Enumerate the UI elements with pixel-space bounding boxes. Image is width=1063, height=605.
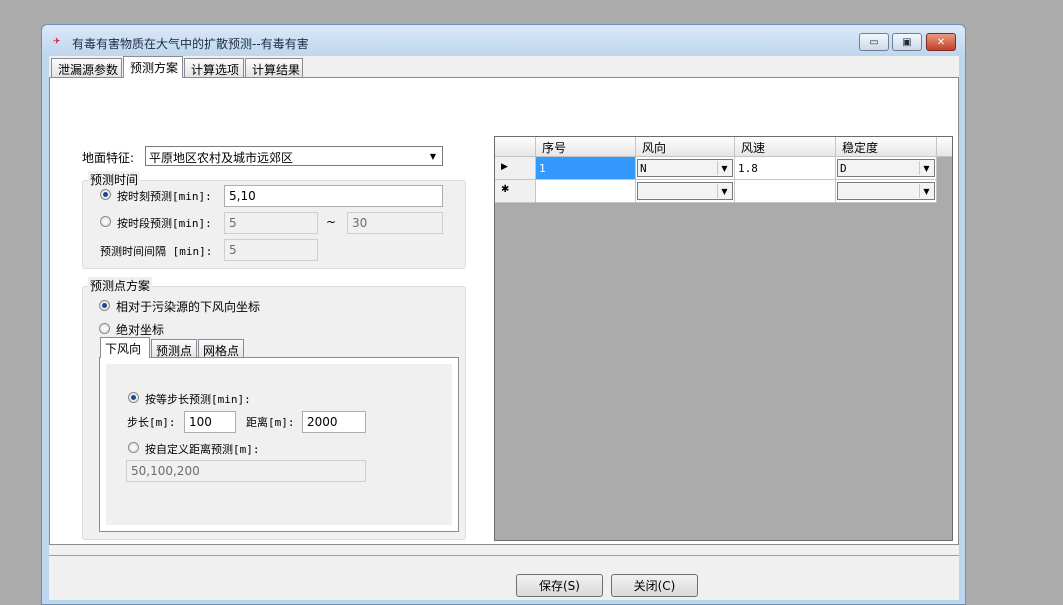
table-cell-no[interactable]: 1 (536, 157, 636, 180)
new-row-header[interactable]: ✱ (495, 180, 536, 203)
terrain-select[interactable]: 平原地区农村及城市远郊区 ▼ (145, 146, 443, 166)
chevron-down-icon: ▼ (919, 184, 933, 198)
new-stability-select[interactable]: ▼ (837, 182, 935, 200)
equal-step-label: 按等步长预测[min]: (145, 393, 251, 406)
terrain-select-value: 平原地区农村及城市远郊区 (149, 151, 294, 165)
table-cell-speed[interactable]: 1.8 (735, 157, 836, 180)
relative-coord-label: 相对于污染源的下风向坐标 (116, 300, 261, 314)
maximize-button[interactable]: ▣ (892, 33, 922, 51)
custom-distance-radio[interactable] (128, 442, 139, 453)
new-row-cell-stability[interactable]: ▼ (836, 180, 937, 203)
downwind-panel: 按等步长预测[min]: 步长[m]: 100 距离[m]: 2000 按自定义… (106, 364, 452, 525)
predict-points-title: 预测点方案 (88, 277, 153, 294)
direction-value: N (640, 162, 647, 175)
interval-input[interactable]: 5 (224, 239, 318, 261)
tab-prediction-plan[interactable]: 预测方案 (123, 56, 183, 78)
client-area: 泄漏源参数 预测方案 计算选项 计算结果 地面特征: 平原地区农村及城市远郊区 … (49, 56, 959, 600)
distance-label: 距离[m]: (246, 416, 295, 429)
tab-calc-options[interactable]: 计算选项 (184, 58, 244, 78)
by-period-label: 按时段预测[min]: (117, 217, 212, 230)
save-button[interactable]: 保存(S) (516, 574, 603, 597)
minimize-icon: ▭ (869, 36, 879, 48)
predict-time-title: 预测时间 (88, 171, 141, 188)
tab-calc-results[interactable]: 计算结果 (245, 58, 303, 78)
grid-header-filler (937, 137, 952, 157)
grid-corner-header (495, 137, 536, 157)
grid-header-direction[interactable]: 风向 (636, 137, 735, 157)
chevron-down-icon: ▼ (717, 161, 731, 175)
table-cell-direction[interactable]: N ▼ (636, 157, 735, 180)
close-button[interactable]: 关闭(C) (611, 574, 698, 597)
title-bar[interactable]: ✈ 有毒有害物质在大气中的扩散预测--有毒有害 ▭ ▣ ✕ (42, 25, 965, 56)
new-direction-select[interactable]: ▼ (637, 182, 733, 200)
direction-select[interactable]: N ▼ (637, 159, 733, 177)
new-row-cell-speed[interactable] (735, 180, 836, 203)
grid-header-no[interactable]: 序号 (536, 137, 636, 157)
minimize-button[interactable]: ▭ (859, 33, 889, 51)
new-row-icon: ✱ (501, 184, 510, 195)
absolute-coord-radio[interactable] (99, 323, 110, 334)
app-window: ✈ 有毒有害物质在大气中的扩散预测--有毒有害 ▭ ▣ ✕ 泄漏源参数 预测方案… (41, 24, 966, 605)
custom-distance-input[interactable]: 50,100,200 (126, 460, 366, 482)
by-period-radio[interactable] (100, 216, 111, 227)
grid-header-speed[interactable]: 风速 (735, 137, 836, 157)
tab-leak-source[interactable]: 泄漏源参数 (51, 58, 122, 78)
prediction-plan-page: 地面特征: 平原地区农村及城市远郊区 ▼ 预测时间 按时刻预测[min]: 5,… (49, 77, 959, 545)
tab-grid-points[interactable]: 网格点 (198, 339, 244, 358)
absolute-coord-label: 绝对坐标 (116, 323, 165, 337)
table-cell-stability[interactable]: D ▼ (836, 157, 937, 180)
distance-input[interactable]: 2000 (302, 411, 366, 433)
chevron-down-icon: ▼ (717, 184, 731, 198)
current-row-icon: ▶ (501, 162, 508, 172)
close-icon: ✕ (936, 36, 946, 48)
step-label: 步长[m]: (127, 416, 176, 429)
close-window-button[interactable]: ✕ (926, 33, 956, 51)
by-moment-label: 按时刻预测[min]: (117, 190, 212, 203)
chevron-down-icon: ▼ (429, 151, 437, 161)
cell-no-value: 1 (539, 162, 546, 175)
interval-label: 预测时间间隔 [min]: (100, 245, 213, 258)
by-moment-radio[interactable] (100, 189, 111, 200)
equal-step-radio[interactable] (128, 392, 139, 403)
stability-select[interactable]: D ▼ (837, 159, 935, 177)
bottom-divider (49, 555, 959, 556)
tab-downwind[interactable]: 下风向 (100, 337, 150, 358)
stability-value: D (840, 162, 847, 175)
weather-grid: 序号 风向 风速 稳定度 ▶ 1 N ▼ 1.8 D ▼ ✱ ▼ ▼ (494, 136, 953, 541)
window-title: 有毒有害物质在大气中的扩散预测--有毒有害 (72, 37, 309, 51)
period-tilde: ~ (326, 215, 337, 229)
custom-distance-label: 按自定义距离预测[m]: (145, 443, 260, 456)
maximize-icon: ▣ (902, 36, 912, 48)
row-header[interactable]: ▶ (495, 157, 536, 180)
main-tabstrip: 泄漏源参数 预测方案 计算选项 计算结果 (49, 56, 959, 78)
relative-coord-radio[interactable] (99, 300, 110, 311)
grid-header-stability[interactable]: 稳定度 (836, 137, 937, 157)
new-row-cell-no[interactable] (536, 180, 636, 203)
app-icon: ✈ (53, 37, 61, 47)
speed-value: 1.8 (738, 162, 758, 175)
step-input[interactable]: 100 (184, 411, 236, 433)
terrain-label: 地面特征: (82, 151, 135, 165)
chevron-down-icon: ▼ (919, 161, 933, 175)
by-moment-input[interactable]: 5,10 (224, 185, 443, 207)
period-start-input[interactable]: 5 (224, 212, 318, 234)
downwind-page: 按等步长预测[min]: 步长[m]: 100 距离[m]: 2000 按自定义… (99, 357, 459, 532)
period-end-input[interactable]: 30 (347, 212, 443, 234)
new-row-cell-direction[interactable]: ▼ (636, 180, 735, 203)
tab-predict-points[interactable]: 预测点 (151, 339, 197, 358)
